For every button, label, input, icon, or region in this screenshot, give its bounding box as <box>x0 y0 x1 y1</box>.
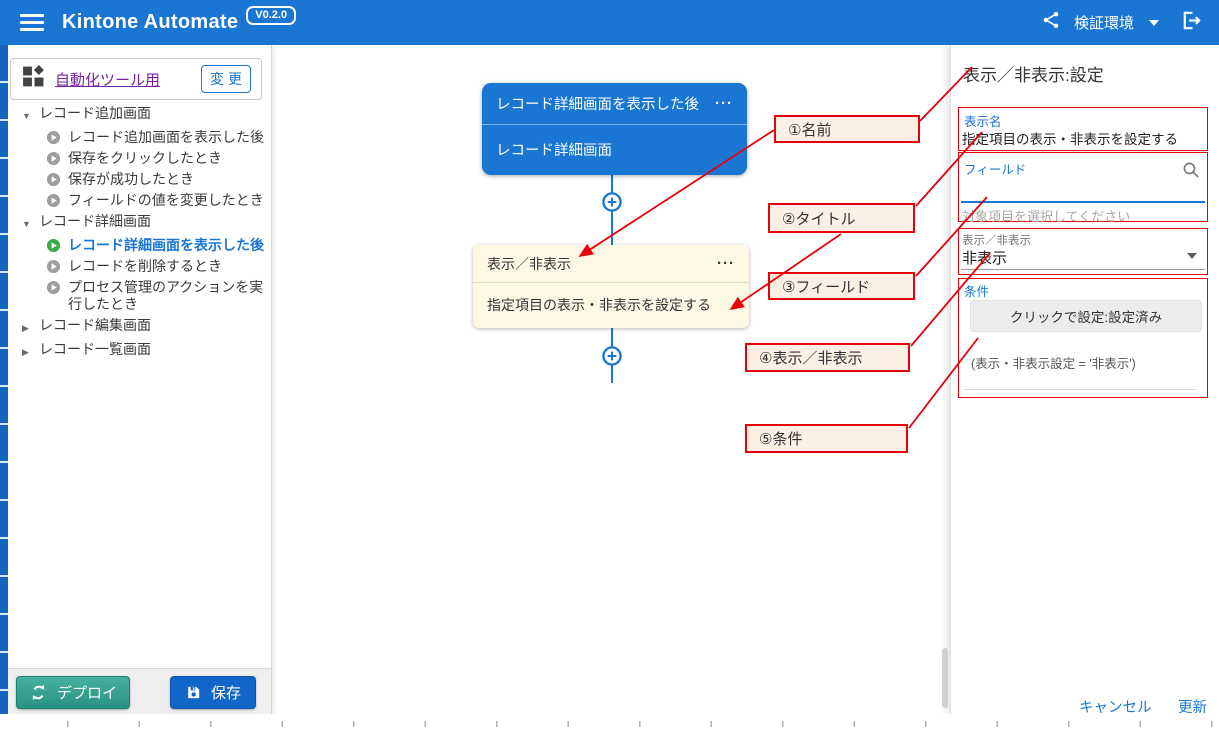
hamburger-menu-icon[interactable] <box>20 14 44 31</box>
left-edge-strip <box>0 45 8 714</box>
tree-item-label: 保存が成功したとき <box>68 171 194 188</box>
annotation-title: ②タイトル <box>768 203 915 233</box>
node-menu-dots-icon[interactable]: ··· <box>715 96 733 111</box>
canvas-scrollbar[interactable] <box>942 648 948 708</box>
header-right-group: 検証環境 <box>1041 9 1203 37</box>
annotation-condition: ⑤条件 <box>745 424 908 453</box>
bottom-ruler-strip <box>0 714 1219 729</box>
save-button[interactable]: 保存 <box>170 676 256 709</box>
play-circle-icon <box>46 130 61 145</box>
chevron-expanded-icon[interactable]: ▼ <box>22 216 32 233</box>
tree-item-save-success[interactable]: 保存が成功したとき <box>8 169 271 190</box>
tree-item-label: レコード詳細画面を表示した後 <box>68 237 264 254</box>
condition-section: 条件 クリックで設定:設定済み (表示・非表示設定 = '非表示') <box>958 278 1208 398</box>
tree-item-process-action[interactable]: プロセス管理のアクションを実行したとき <box>8 277 271 315</box>
settings-panel: 表示／非表示:設定 表示名 指定項目の表示・非表示を設定する フィールド 対象項… <box>950 45 1219 714</box>
tree-group-record-add[interactable]: ▼ レコード追加画面 <box>8 103 271 127</box>
display-name-value[interactable]: 指定項目の表示・非表示を設定する <box>962 128 1178 148</box>
deploy-button-label: デプロイ <box>57 682 117 703</box>
tree-group-record-edit[interactable]: ▶ レコード編集画面 <box>8 315 271 339</box>
condition-set-button[interactable]: クリックで設定:設定済み <box>970 300 1202 332</box>
flow-node-event-subtitle: レコード詳細画面 <box>496 139 612 160</box>
tree-item-record-delete[interactable]: レコードを削除するとき <box>8 256 271 277</box>
app-root: Kintone Automate V0.2.0 検証環境 自動化ツール用 変 更… <box>0 0 1219 729</box>
flow-node-event[interactable]: レコード詳細画面を表示した後 ··· レコード詳細画面 <box>482 83 747 175</box>
share-icon[interactable] <box>1041 10 1061 35</box>
field-section: フィールド 対象項目を選択してください <box>958 152 1208 222</box>
tree-item-save-clicked[interactable]: 保存をクリックしたとき <box>8 148 271 169</box>
dropdown-caret-icon[interactable] <box>1187 253 1197 259</box>
deploy-button[interactable]: デプロイ <box>16 676 130 709</box>
ruler-ticks <box>67 721 1217 727</box>
visibility-select-underline <box>961 269 1205 270</box>
field-helper-text: 対象項目を選択してください <box>962 206 1130 225</box>
play-circle-icon <box>46 259 61 274</box>
visibility-select-value[interactable]: 非表示 <box>962 247 1007 268</box>
visibility-label: 表示／非表示 <box>962 232 1031 248</box>
annotation-visibility: ④表示／非表示 <box>745 343 910 372</box>
tree-item-label: プロセス管理のアクションを実行したとき <box>68 279 268 313</box>
play-circle-icon <box>46 151 61 166</box>
chevron-collapsed-icon[interactable]: ▶ <box>22 344 32 361</box>
tree-item-add-shown[interactable]: レコード追加画面を表示した後 <box>8 127 271 148</box>
app-header: Kintone Automate V0.2.0 検証環境 <box>0 0 1219 45</box>
annotation-name: ①名前 <box>774 115 920 143</box>
app-grid-icon <box>21 64 46 94</box>
app-title: Kintone Automate <box>62 11 238 34</box>
add-step-button[interactable] <box>600 344 624 368</box>
flow-node-event-body: レコード詳細画面 <box>482 125 747 174</box>
chevron-expanded-icon[interactable]: ▼ <box>22 108 32 125</box>
chevron-down-icon[interactable] <box>1149 20 1159 26</box>
flow-node-event-header: レコード詳細画面を表示した後 ··· <box>482 83 747 125</box>
play-circle-icon-active <box>46 238 61 253</box>
condition-label: 条件 <box>964 281 989 300</box>
floppy-save-icon <box>185 684 202 701</box>
tree-group-record-list[interactable]: ▶ レコード一覧画面 <box>8 339 271 363</box>
flow-node-action-title: 表示／非表示 <box>487 254 571 274</box>
condition-expression: (表示・非表示設定 = '非表示') <box>971 353 1136 372</box>
node-menu-dots-icon[interactable]: ··· <box>717 256 735 271</box>
tree-item-detail-shown-selected[interactable]: レコード詳細画面を表示した後 <box>8 235 271 256</box>
play-circle-icon <box>46 280 61 295</box>
condition-divider <box>963 389 1197 390</box>
add-step-button[interactable] <box>600 190 624 214</box>
flow-node-action-body: 指定項目の表示・非表示を設定する <box>473 283 749 327</box>
tree-item-field-changed[interactable]: フィールドの値を変更したとき <box>8 190 271 211</box>
field-input-underline <box>961 201 1205 203</box>
play-circle-icon <box>46 193 61 208</box>
play-circle-icon <box>46 172 61 187</box>
settings-panel-title: 表示／非表示:設定 <box>963 61 1104 86</box>
chevron-collapsed-icon[interactable]: ▶ <box>22 320 32 337</box>
tree-group-label: レコード編集画面 <box>39 317 151 334</box>
tree-item-label: レコード追加画面を表示した後 <box>68 129 264 146</box>
change-app-button[interactable]: 変 更 <box>201 65 251 93</box>
tree-group-label: レコード追加画面 <box>39 105 151 122</box>
tree-item-label: 保存をクリックしたとき <box>68 150 222 167</box>
display-name-section: 表示名 指定項目の表示・非表示を設定する <box>958 107 1208 151</box>
field-search-input[interactable] <box>961 175 1179 199</box>
flow-node-event-title: レコード詳細画面を表示した後 <box>496 93 699 114</box>
tree-group-record-detail[interactable]: ▼ レコード詳細画面 <box>8 211 271 235</box>
tree-group-label: レコード一覧画面 <box>39 341 151 358</box>
tree-item-label: レコードを削除するとき <box>68 258 222 275</box>
flow-node-action-header: 表示／非表示 ··· <box>473 245 749 283</box>
flow-node-action[interactable]: 表示／非表示 ··· 指定項目の表示・非表示を設定する <box>473 245 749 328</box>
environment-selector-label[interactable]: 検証環境 <box>1074 12 1134 33</box>
tree-group-label: レコード詳細画面 <box>39 213 151 230</box>
current-app-box: 自動化ツール用 変 更 <box>10 58 262 100</box>
save-button-label: 保存 <box>211 682 241 703</box>
search-icon[interactable] <box>1182 161 1200 184</box>
refresh-icon <box>29 683 48 702</box>
annotation-field: ③フィールド <box>768 272 915 300</box>
logout-icon[interactable] <box>1180 9 1203 37</box>
tree-item-label: フィールドの値を変更したとき <box>68 192 264 209</box>
app-name-link[interactable]: 自動化ツール用 <box>55 69 160 90</box>
version-badge: V0.2.0 <box>246 6 296 25</box>
event-tree: ▼ レコード追加画面 レコード追加画面を表示した後 保存をクリックしたとき 保存… <box>8 103 271 363</box>
sidebar: 自動化ツール用 変 更 ▼ レコード追加画面 レコード追加画面を表示した後 保存… <box>8 45 272 714</box>
flow-node-action-subtitle: 指定項目の表示・非表示を設定する <box>487 295 711 315</box>
visibility-section: 表示／非表示 非表示 <box>958 228 1208 275</box>
sidebar-footer: デプロイ 保存 <box>8 668 271 714</box>
